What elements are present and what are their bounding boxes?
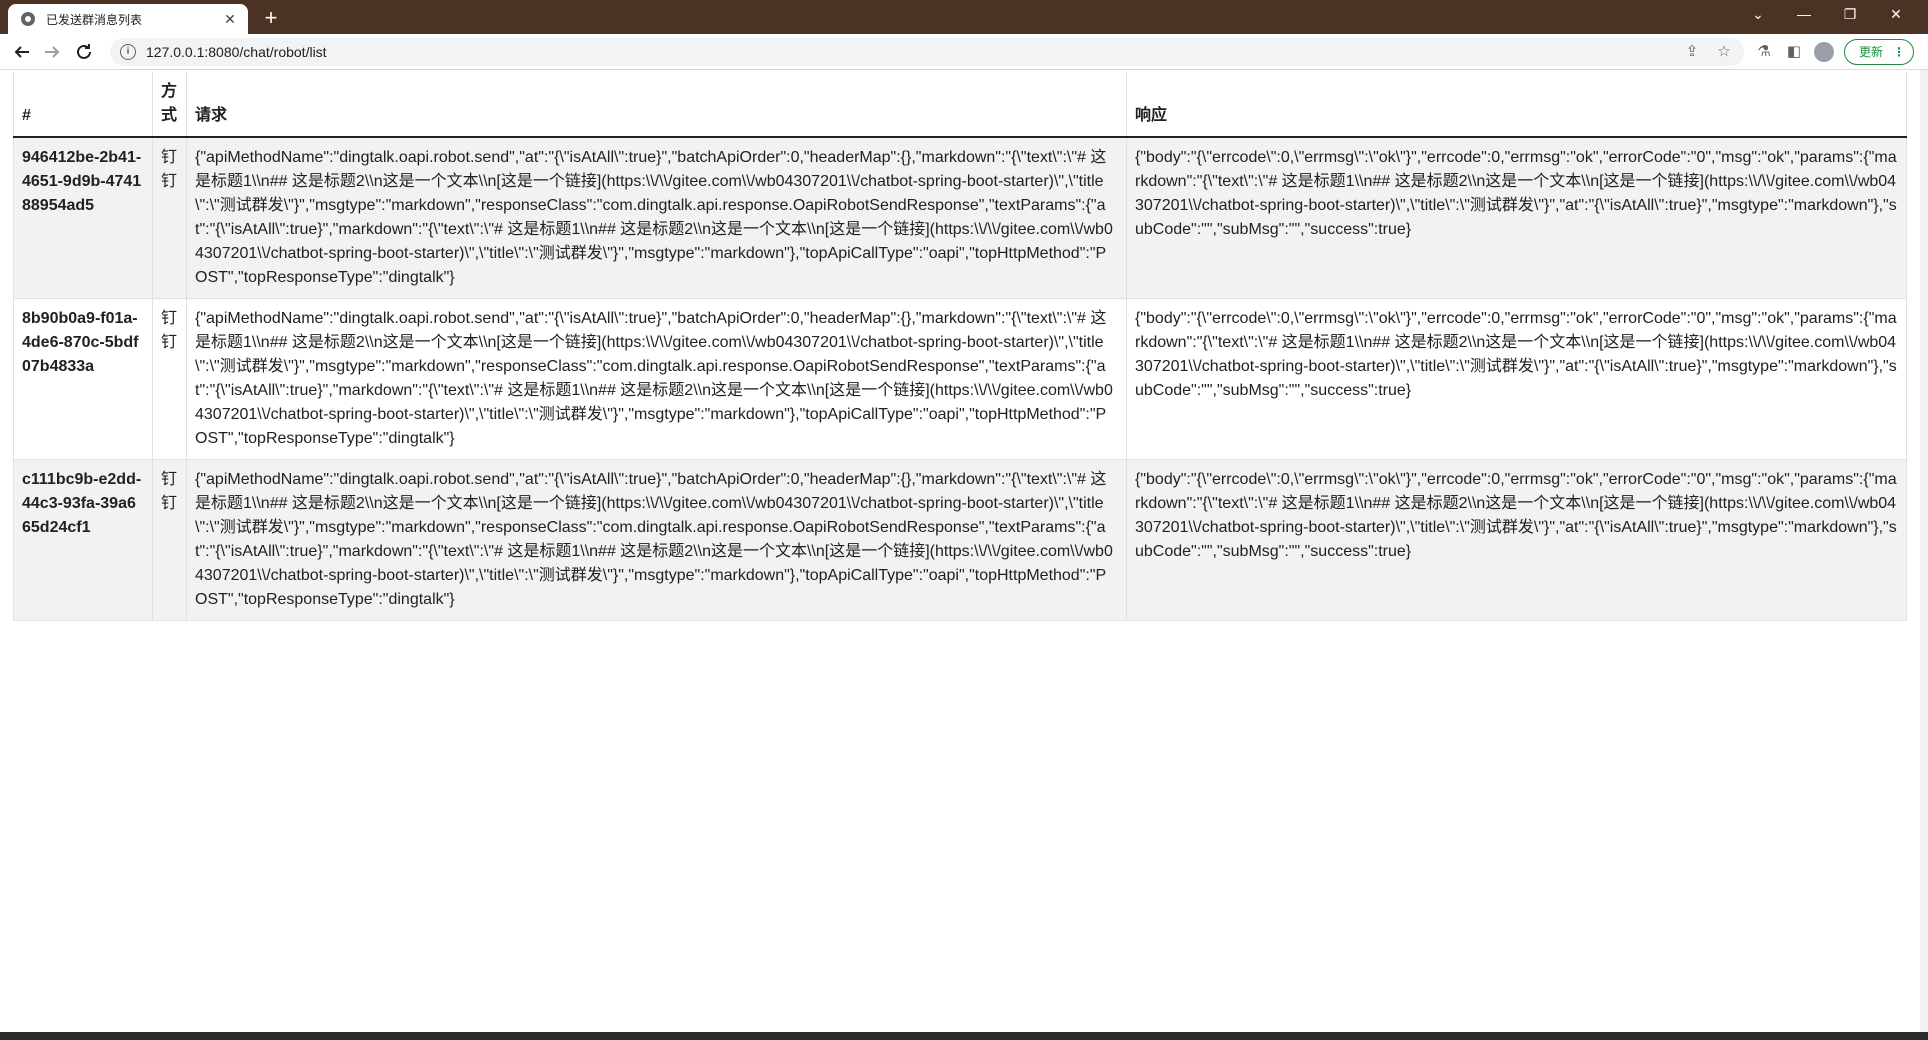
globe-icon — [20, 11, 36, 27]
share-icon[interactable]: ⇪ — [1680, 40, 1704, 64]
cell-response: {"body":"{\"errcode\":0,\"errmsg\":\"ok\… — [1126, 136, 1907, 299]
header-response: 响应 — [1126, 72, 1907, 138]
tab-close-icon[interactable]: ✕ — [220, 9, 240, 29]
site-info-icon[interactable]: i — [120, 44, 136, 60]
reload-icon — [77, 44, 91, 59]
browser-title-bar: 已发送群消息列表 ✕ + ⌄ — ❐ ✕ — [0, 0, 1928, 34]
taskbar-strip — [0, 1032, 1928, 1040]
page-content: # 方式 请求 响应 946412be-2b41-4651-9d9b-47418… — [0, 70, 1928, 1032]
close-window-button[interactable]: ✕ — [1874, 0, 1918, 30]
browser-toolbar: i 127.0.0.1:8080/chat/robot/list ⇪ ☆ ⚗ ◧… — [0, 34, 1928, 70]
cell-id: c111bc9b-e2dd-44c3-93fa-39a665d24cf1 — [13, 459, 153, 621]
table-row: 8b90b0a9-f01a-4de6-870c-5bdf07b4833a 钉钉 … — [13, 298, 1907, 460]
update-button[interactable]: 更新 ⋮ — [1844, 39, 1914, 65]
tab-title: 已发送群消息列表 — [46, 12, 143, 27]
extension-icon[interactable]: ⚗ — [1752, 40, 1776, 64]
address-bar[interactable]: i 127.0.0.1:8080/chat/robot/list ⇪ ☆ — [110, 38, 1744, 66]
cell-request: {"apiMethodName":"dingtalk.oapi.robot.se… — [186, 136, 1127, 299]
back-button[interactable] — [10, 40, 34, 64]
side-panel-icon[interactable]: ◧ — [1782, 40, 1806, 64]
forward-button[interactable] — [40, 40, 64, 64]
cell-request: {"apiMethodName":"dingtalk.oapi.robot.se… — [186, 298, 1127, 460]
update-label: 更新 — [1859, 45, 1884, 59]
bookmark-star-icon[interactable]: ☆ — [1712, 40, 1736, 64]
cell-id: 946412be-2b41-4651-9d9b-474188954ad5 — [13, 136, 153, 299]
cell-response: {"body":"{\"errcode\":0,\"errmsg\":\"ok\… — [1126, 298, 1907, 460]
reload-button[interactable] — [72, 40, 96, 64]
arrow-right-icon — [45, 46, 60, 58]
profile-avatar[interactable] — [1814, 42, 1834, 62]
new-tab-button[interactable]: + — [258, 6, 284, 32]
menu-dots-icon: ⋮ — [1893, 45, 1905, 59]
cell-method: 钉钉 — [152, 136, 187, 299]
table-row: c111bc9b-e2dd-44c3-93fa-39a665d24cf1 钉钉 … — [13, 459, 1907, 621]
minimize-button[interactable]: — — [1782, 0, 1826, 30]
table-header-row: # 方式 请求 响应 — [13, 72, 1907, 138]
tab-search-icon[interactable]: ⌄ — [1736, 0, 1780, 30]
cell-response: {"body":"{\"errcode\":0,\"errmsg\":\"ok\… — [1126, 459, 1907, 621]
table-row: 946412be-2b41-4651-9d9b-474188954ad5 钉钉 … — [13, 136, 1907, 299]
restore-button[interactable]: ❐ — [1828, 0, 1872, 30]
vertical-scrollbar[interactable] — [1920, 70, 1928, 1032]
header-method: 方式 — [152, 72, 187, 138]
browser-tab[interactable]: 已发送群消息列表 ✕ — [8, 4, 248, 34]
header-id: # — [13, 72, 153, 138]
url-text[interactable]: 127.0.0.1:8080/chat/robot/list — [146, 44, 1680, 60]
cell-id: 8b90b0a9-f01a-4de6-870c-5bdf07b4833a — [13, 298, 153, 460]
cell-method: 钉钉 — [152, 298, 187, 460]
header-request: 请求 — [186, 72, 1127, 138]
arrow-left-icon — [14, 46, 29, 58]
cell-method: 钉钉 — [152, 459, 187, 621]
cell-request: {"apiMethodName":"dingtalk.oapi.robot.se… — [186, 459, 1127, 621]
message-table: # 方式 请求 响应 946412be-2b41-4651-9d9b-47418… — [13, 72, 1907, 621]
